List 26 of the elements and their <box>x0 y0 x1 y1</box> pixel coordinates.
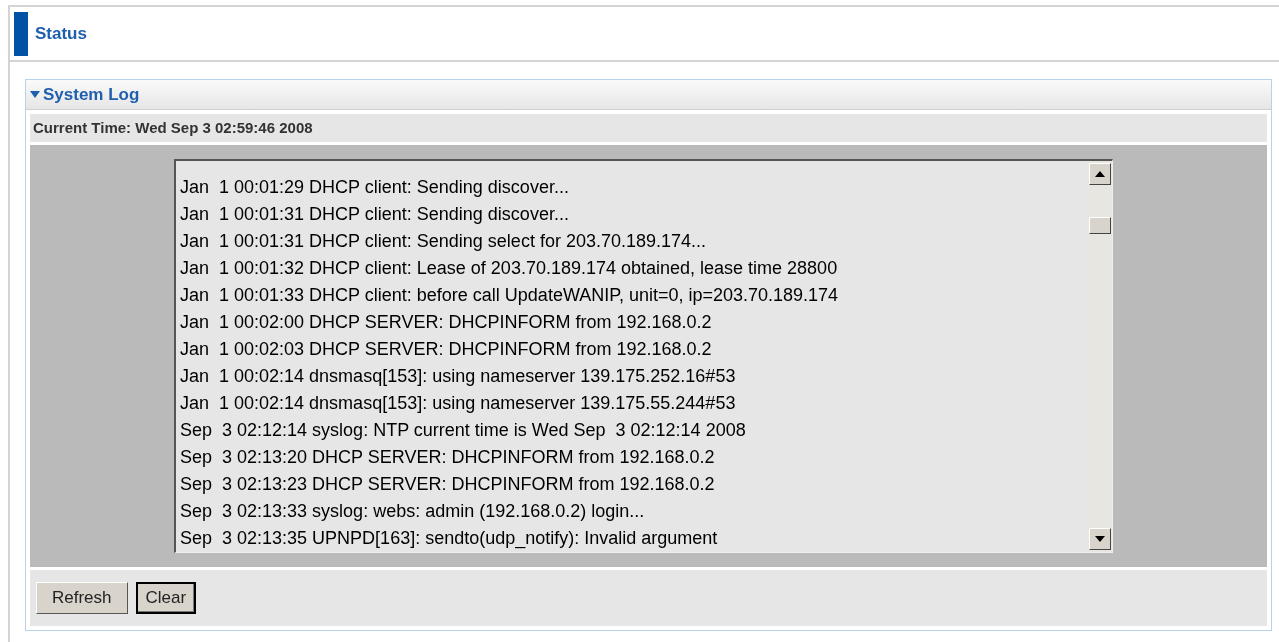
log-line: Sep 3 02:13:20 DHCP SERVER: DHCPINFORM from 192.168.0.2 <box>180 446 715 469</box>
page-title: Status <box>35 22 87 45</box>
section-header[interactable]: System Log <box>26 80 1271 110</box>
log-line: Jan 1 00:02:14 dnsmasq[153]: using nameserver 139.175.55.244#53 <box>180 392 736 415</box>
current-time-label: Current Time: Wed Sep 3 02:59:46 2008 <box>30 114 1267 142</box>
log-line: Jan 1 00:02:14 dnsmasq[153]: using nameserver 139.175.252.16#53 <box>180 365 736 388</box>
log-action-button[interactable]: Refresh <box>36 582 128 614</box>
scroll-up-icon[interactable] <box>1089 163 1111 185</box>
log-line: Sep 3 02:12:14 syslog: NTP current time is Wed Sep 3 02:12:14 2008 <box>180 419 746 442</box>
log-line: Sep 3 02:13:33 syslog: webs: admin (192.168.0.2) login... <box>180 500 645 523</box>
log-line: Jan 1 00:01:31 DHCP client: Sending discover... <box>180 203 569 226</box>
log-line: Sep 3 02:13:35 UPNPD[163]: sendto(udp_notify): Invalid argument <box>180 527 718 551</box>
log-line: Jan 1 00:02:03 DHCP SERVER: DHCPINFORM from 192.168.0.2 <box>180 338 712 361</box>
log-textarea[interactable] <box>174 159 1113 553</box>
log-line: Jan 1 00:01:29 DHCP client: Sending discover... <box>180 176 569 199</box>
log-line: Jan 1 00:01:31 DHCP client: Sending select for 203.70.189.174... <box>180 230 707 253</box>
log-line: Jan 1 00:01:32 DHCP client: Lease of 203.70.189.174 obtained, lease time 28800 <box>180 257 838 280</box>
log-line: Jan 1 00:01:33 DHCP client: before call UpdateWANIP, unit=0, ip=203.70.189.174 <box>180 284 839 307</box>
log-line: Sep 3 02:13:23 DHCP SERVER: DHCPINFORM from 192.168.0.2 <box>180 473 715 496</box>
header-accent-bar <box>14 11 28 56</box>
section-title: System Log <box>43 83 140 106</box>
log-action-button[interactable]: Clear <box>135 582 197 614</box>
scrollbar[interactable] <box>1088 161 1112 552</box>
scroll-thumb[interactable] <box>1089 217 1111 234</box>
log-line: Jan 1 00:02:00 DHCP SERVER: DHCPINFORM from 192.168.0.2 <box>180 311 712 334</box>
scroll-down-icon[interactable] <box>1089 528 1111 550</box>
